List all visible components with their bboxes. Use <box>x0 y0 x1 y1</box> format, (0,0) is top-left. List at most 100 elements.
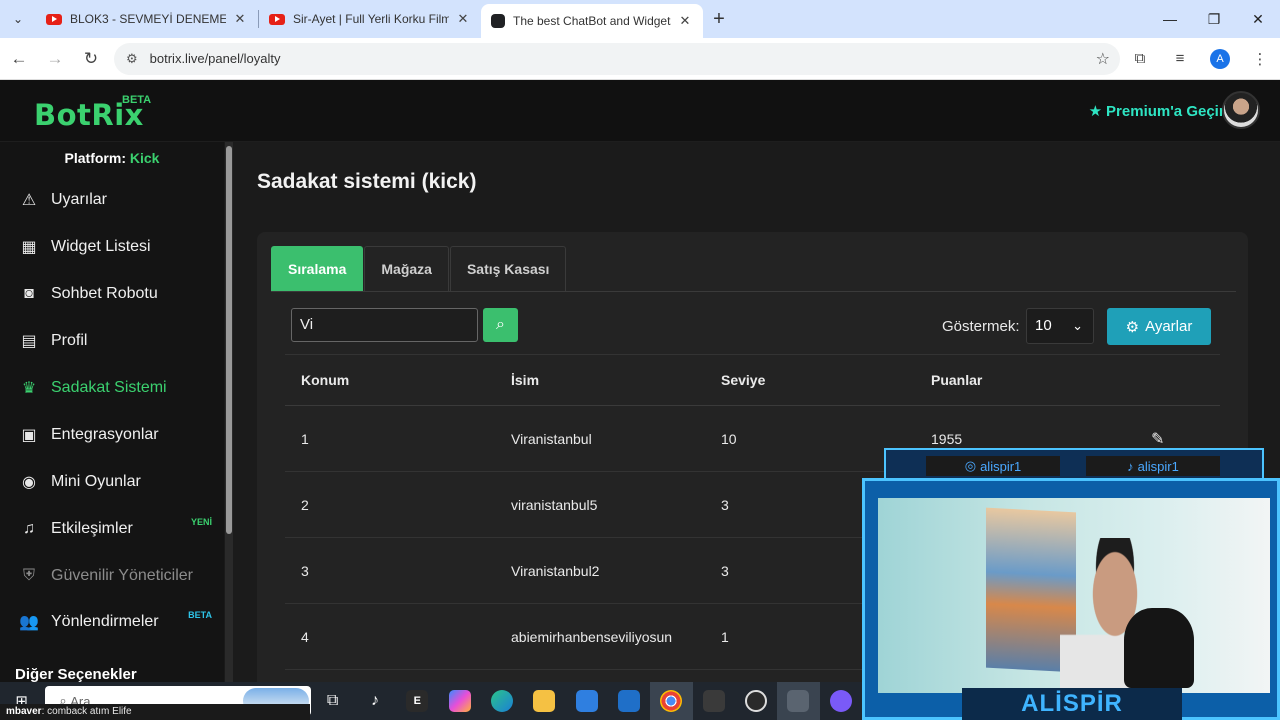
new-tab-button[interactable]: + <box>703 0 735 38</box>
sidebar-item-redirects[interactable]: 👥 Yönlendirmeler BETA <box>0 598 224 645</box>
sidebar-item-label: Widget Listesi <box>51 237 151 255</box>
platform-indicator: Platform: Kick <box>0 150 224 166</box>
grid-icon: ▦ <box>21 238 37 256</box>
cell-name: abiemirhanbenseviliyosun <box>511 628 673 645</box>
sidebar-scrollbar-thumb[interactable] <box>226 146 232 534</box>
page-title: Sadakat sistemi (kick) <box>257 170 477 193</box>
search-input[interactable]: Vi <box>291 308 478 342</box>
site-info-icon[interactable]: ⚙ <box>126 51 138 67</box>
sidebar-item-label: Mini Oyunlar <box>51 472 141 490</box>
window-controls: — ❐ ✕ <box>1148 0 1280 38</box>
url-field[interactable]: ⚙ botrix.live/panel/loyalty ☆ <box>114 42 1120 75</box>
sidebar-item-minigames[interactable]: ◉ Mini Oyunlar <box>0 458 224 505</box>
obs-icon[interactable] <box>735 682 777 720</box>
settings-button[interactable]: ⚙ Ayarlar <box>1107 308 1211 345</box>
tab-title: The best ChatBot and Widgets <box>513 14 671 28</box>
sidebar-item-chatbot[interactable]: ◙ Sohbet Robotu <box>0 270 224 317</box>
youtube-icon <box>46 13 62 25</box>
sidebar-item-alerts[interactable]: ⚠ Uyarılar <box>0 176 224 223</box>
streamer-name: ALİSPİR <box>962 688 1182 720</box>
close-tab-icon[interactable]: ✕ <box>232 11 248 27</box>
cell-level: 3 <box>721 496 729 513</box>
copilot-icon[interactable] <box>438 682 480 720</box>
forward-icon[interactable]: → <box>38 42 72 76</box>
browser-tab-active[interactable]: The best ChatBot and Widgets ✕ <box>481 4 703 38</box>
cell-level: 1 <box>721 628 729 645</box>
user-avatar[interactable] <box>1222 91 1260 129</box>
menu-dots-icon[interactable]: ⋮ <box>1240 42 1280 76</box>
sidebar-item-profile[interactable]: ▤ Profil <box>0 317 224 364</box>
edge-icon[interactable] <box>481 682 523 720</box>
cell-rank: 4 <box>301 628 309 645</box>
address-bar: ← → ↻ ⚙ botrix.live/panel/loyalty ☆ ⧉ ≡ … <box>0 38 1280 80</box>
epic-games-icon[interactable]: E <box>396 682 438 720</box>
extensions-icon[interactable]: ⧉ <box>1120 42 1160 76</box>
sidebar-item-widgets[interactable]: ▦ Widget Listesi <box>0 223 224 270</box>
browser-tab-2[interactable]: Sir-Ayet | Full Yerli Korku Filmi ( ✕ <box>259 0 481 38</box>
users-icon: 👥 <box>19 613 39 631</box>
mail-icon[interactable] <box>608 682 650 720</box>
instagram-icon: ◎ <box>964 458 977 473</box>
reload-icon[interactable]: ↻ <box>74 42 108 76</box>
premium-button[interactable]: ★ Premium'a Geçin <box>1089 102 1228 121</box>
cell-rank: 1 <box>301 430 309 447</box>
gamepad-icon: ◉ <box>22 473 36 491</box>
user-shield-icon: ⛨ <box>22 566 35 584</box>
header-level: Seviye <box>721 372 766 388</box>
sidebar-item-label: Güvenilir Yöneticiler <box>51 566 193 584</box>
discord-icon[interactable] <box>820 682 862 720</box>
sidebar-item-integrations[interactable]: ▣ Entegrasyonlar <box>0 411 224 458</box>
url-text: botrix.live/panel/loyalty <box>149 51 281 66</box>
close-tab-icon[interactable]: ✕ <box>455 11 471 27</box>
tab-sales[interactable]: Satış Kasası <box>449 246 567 291</box>
sidebar-item-label: Sohbet Robotu <box>51 284 158 302</box>
cell-rank: 3 <box>301 562 309 579</box>
app-header: BotRix BETA ★ Premium'a Geçin <box>0 80 1280 142</box>
tab-search-menu-icon[interactable]: ⌄ <box>0 0 36 38</box>
microphone <box>1124 608 1194 688</box>
show-count-select[interactable]: 10 ⌄ <box>1026 308 1094 344</box>
robot-icon: ◙ <box>24 284 34 302</box>
back-icon[interactable]: ← <box>2 42 36 76</box>
tab-store[interactable]: Mağaza <box>364 246 449 291</box>
platform-value: Kick <box>129 150 160 166</box>
tiktok-label: alispir1 <box>1137 458 1179 474</box>
gear-icon: ⚙ <box>1125 318 1140 336</box>
store-icon[interactable] <box>566 682 608 720</box>
tiktok-app-icon[interactable]: ♪ <box>354 682 396 720</box>
sidebar-item-label: Uyarılar <box>51 190 108 208</box>
search-button[interactable]: ⌕ <box>483 308 518 342</box>
close-tab-icon[interactable]: ✕ <box>677 13 693 29</box>
loyalty-tabs: Sıralama Mağaza Satış Kasası <box>271 246 1236 292</box>
browser-tab-1[interactable]: BLOK3 - SEVMEYİ DENEMEDİN ✕ <box>36 0 258 38</box>
tab-leaderboard[interactable]: Sıralama <box>271 246 364 291</box>
chrome-icon[interactable] <box>650 682 693 720</box>
sidebar-section-title: Diğer Seçenekler <box>15 666 137 683</box>
media-controls-icon[interactable]: ≡ <box>1160 42 1200 76</box>
show-count-label: Göstermek: <box>942 318 1020 335</box>
overlay-social-bar: ◎ alispir1 ♪ alispir1 <box>884 448 1264 480</box>
davinci-icon[interactable] <box>693 682 735 720</box>
chevron-down-icon: ⌄ <box>1072 318 1083 333</box>
music-icon: ♫ <box>23 519 35 537</box>
webcam-feed <box>878 498 1270 693</box>
minimize-icon[interactable]: — <box>1148 0 1192 38</box>
sidebar: Platform: Kick ⚠ Uyarılar ▦ Widget Liste… <box>0 142 224 687</box>
instagram-label: alispir1 <box>980 458 1022 474</box>
browser-tab-bar: ⌄ BLOK3 - SEVMEYİ DENEMEDİN ✕ Sir-Ayet |… <box>0 0 1280 38</box>
sidebar-item-label: Profil <box>51 331 88 349</box>
header-rank: Konum <box>301 372 350 388</box>
task-view-icon[interactable]: ⧉ <box>311 682 353 720</box>
file-explorer-icon[interactable] <box>523 682 565 720</box>
sidebar-item-interactions[interactable]: ♫ Etkileşimler YENİ <box>0 505 224 552</box>
tab-title: Sir-Ayet | Full Yerli Korku Filmi ( <box>293 12 449 26</box>
bookmark-star-icon[interactable]: ☆ <box>1096 49 1110 69</box>
tiktok-icon: ♪ <box>1127 458 1134 474</box>
restore-icon[interactable]: ❐ <box>1192 0 1236 38</box>
botrix-icon <box>491 14 505 28</box>
calculator-icon[interactable] <box>777 682 820 720</box>
close-window-icon[interactable]: ✕ <box>1236 0 1280 38</box>
sidebar-item-loyalty[interactable]: ♛ Sadakat Sistemi <box>0 364 224 411</box>
sidebar-item-trusted-admins[interactable]: ⛨ Güvenilir Yöneticiler <box>0 552 224 599</box>
profile-avatar[interactable]: A <box>1210 48 1230 69</box>
